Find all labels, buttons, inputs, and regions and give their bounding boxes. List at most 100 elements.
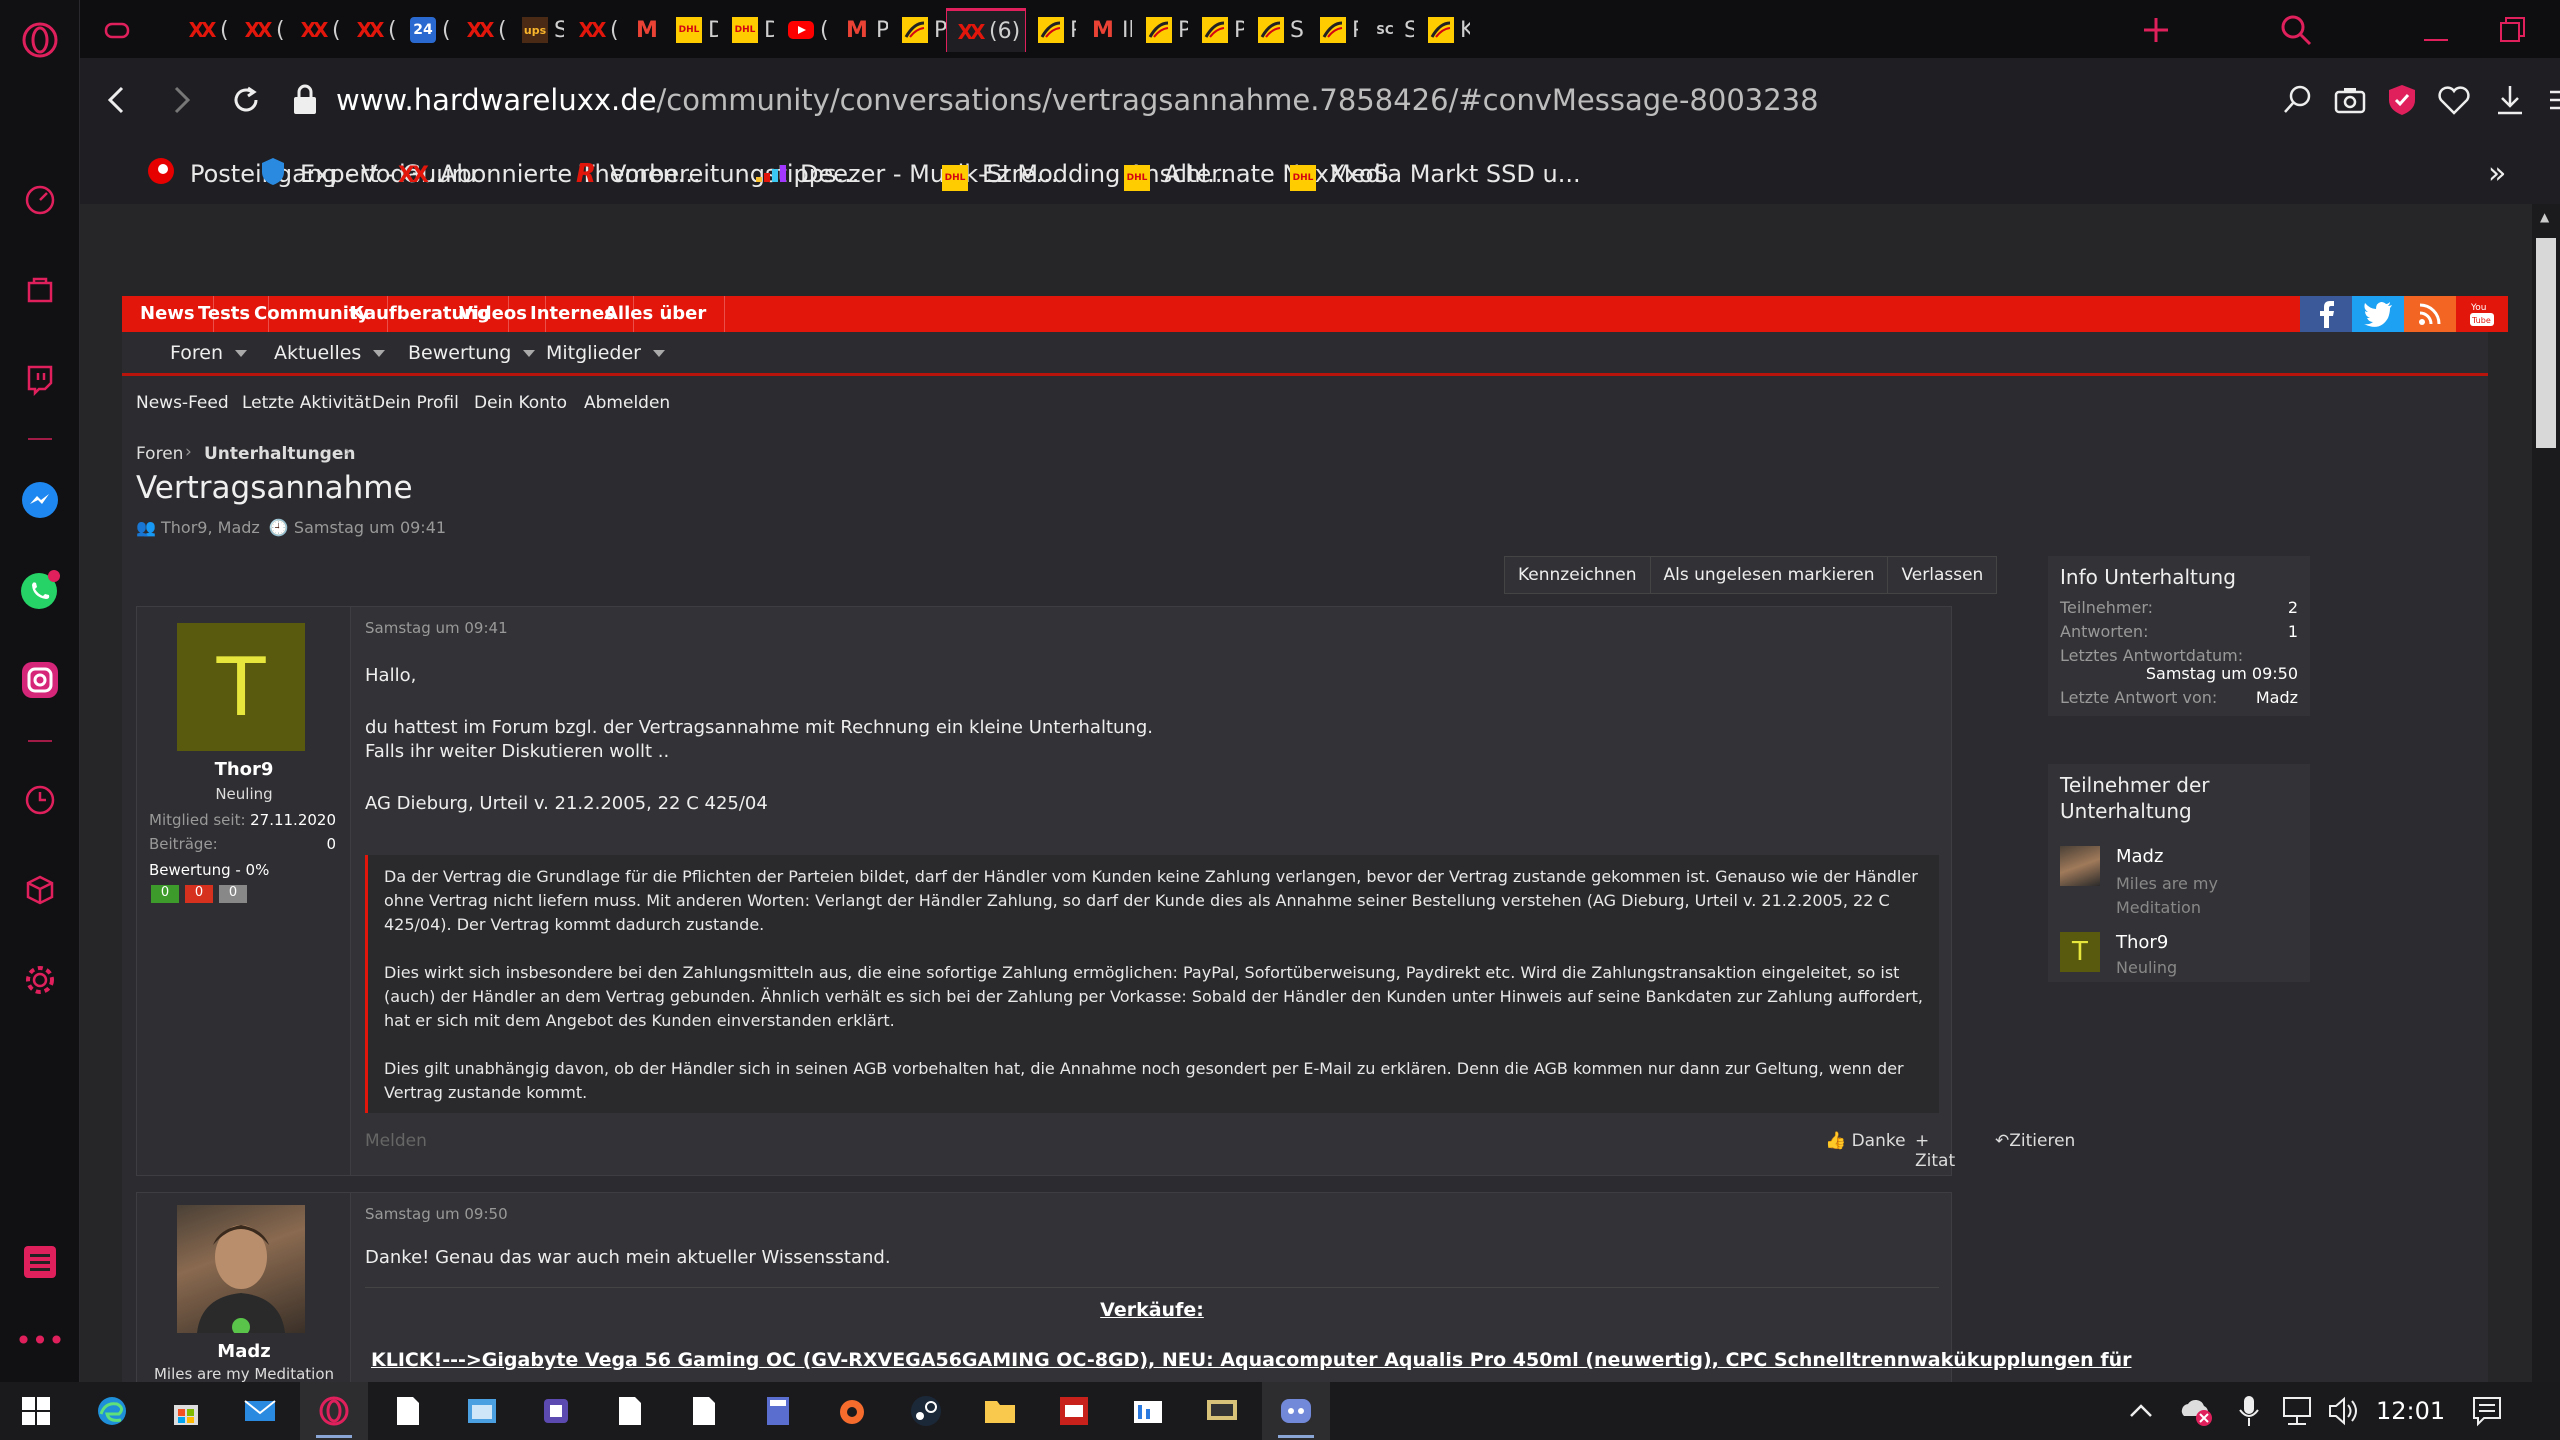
url-field[interactable]: www.hardwareluxx.de/community/conversati… [336,76,1819,124]
reload-icon[interactable] [228,82,264,122]
microphone-icon[interactable] [2236,1394,2262,1432]
browser-tab[interactable]: Pı [1132,8,1188,52]
account-nav-item[interactable]: Dein Konto [474,393,567,413]
breadcrumb-foren[interactable]: Foren [136,444,183,464]
browser-tab[interactable]: Pı [1306,8,1358,52]
youtube-icon[interactable]: You Tube [2456,296,2508,332]
cloud-warning-icon[interactable] [2178,1394,2214,1432]
back-arrow-icon[interactable] [100,82,136,122]
minimize-icon[interactable] [2416,10,2456,54]
file-explorer-icon[interactable] [966,1382,1034,1440]
account-nav-item[interactable]: Dein Profil [372,393,459,413]
browser-tab[interactable]: XX(E [452,8,508,52]
volume-icon[interactable] [2326,1394,2360,1432]
steam-icon[interactable] [892,1382,960,1440]
tab-active[interactable]: XX (6) [946,8,1026,52]
plus-quote-button[interactable]: + Zitat [1915,1131,1955,1171]
browser-tab[interactable]: 24(E [396,8,452,52]
browser-tab[interactable]: DHL D [718,8,774,52]
browser-tab[interactable]: K [1414,8,1470,52]
browser-tab[interactable]: DHL D [662,8,718,52]
browser-tab[interactable]: M Pı [830,8,888,52]
history-icon[interactable] [16,776,64,824]
leave-button[interactable]: Verlassen [1888,557,1996,593]
mail-icon[interactable] [226,1382,294,1440]
adblock-shield-icon[interactable] [2384,82,2420,122]
lock-icon[interactable] [290,82,320,122]
extensions-cube-icon[interactable] [16,866,64,914]
notepad-icon[interactable] [374,1382,442,1440]
twitter-icon[interactable] [2352,296,2404,332]
avatar[interactable]: T [177,623,305,751]
opera-taskbar-icon[interactable] [300,1382,368,1440]
signature-link[interactable]: KLICK!--->Gigabyte Vega 56 Gaming OC (GV… [371,1349,2131,1371]
speed-dial-icon[interactable] [16,176,64,224]
username[interactable]: Madz [137,1341,351,1362]
hwinfo-icon[interactable] [1114,1382,1182,1440]
post-date[interactable]: Samstag um 09:41 [365,619,508,637]
document-icon[interactable] [596,1382,664,1440]
store-icon[interactable] [152,1382,220,1440]
report-link[interactable]: Melden [365,1131,427,1151]
page-scrollbar[interactable]: ▲ [2532,204,2560,1382]
edge-icon[interactable] [78,1382,146,1440]
browser-tab[interactable]: XX(E [174,8,230,52]
avatar[interactable] [2060,846,2100,886]
browser-tab[interactable]: S [1244,8,1306,52]
browser-tab[interactable]: XX(E [230,8,286,52]
tab-search-icon[interactable] [2276,10,2316,54]
favorite-heart-icon[interactable] [2436,82,2472,122]
thanks-button[interactable]: 👍 Danke [1825,1131,1906,1151]
browser-tab[interactable]: XX(E [286,8,342,52]
sub-nav-item[interactable]: Bewertung [408,342,536,364]
download-icon[interactable] [2492,82,2528,122]
browser-tab[interactable]: upsSı [508,8,564,52]
calculator-icon[interactable] [744,1382,812,1440]
rss-icon[interactable] [2404,296,2456,332]
whatsapp-icon[interactable] [16,566,64,614]
snapshot-camera-icon[interactable] [2332,82,2368,122]
browser-tab[interactable]: SC S [1358,8,1414,52]
avatar[interactable] [177,1205,305,1333]
network-icon[interactable] [2280,1394,2314,1432]
cpuz-icon[interactable] [1040,1382,1108,1440]
breadcrumb-unterhaltungen[interactable]: Unterhaltungen [204,444,355,464]
bookmarks-overflow-icon[interactable]: » [2488,156,2506,191]
username[interactable]: Thor9 [137,759,351,780]
monitor-tool-icon[interactable] [1188,1382,1256,1440]
quote-reply-button[interactable]: ↶Zitieren [1995,1131,2075,1151]
participant-name[interactable]: Madz [2116,846,2163,867]
twitch-icon[interactable] [16,356,64,404]
browser-tab[interactable]: M Ih [1076,8,1132,52]
easy-setup-menu-icon[interactable] [2544,82,2560,122]
sub-nav-item[interactable]: Aktuelles [274,342,386,364]
forward-arrow-icon[interactable] [164,82,200,122]
account-nav-item[interactable]: Abmelden [584,393,670,413]
scroll-up-icon[interactable]: ▲ [2540,210,2549,224]
browser-tab[interactable]: MD [620,8,662,52]
browser-tab[interactable]: Pı [888,8,946,52]
windows-start-icon[interactable] [2,1382,70,1440]
scrollbar-thumb[interactable] [2536,238,2556,448]
new-tab-plus-icon[interactable] [2136,10,2176,50]
account-nav-item[interactable]: Letzte Aktivität [242,393,371,413]
taskbar-clock[interactable]: 12:01 [2376,1397,2445,1425]
document-icon[interactable] [670,1382,738,1440]
main-nav-item[interactable]: Alles über [586,296,726,332]
browser-tab[interactable]: Pı [1024,8,1076,52]
instagram-icon[interactable] [16,656,64,704]
action-center-icon[interactable] [2470,1394,2504,1432]
bookmark-item[interactable]: DHL Media Markt SSD u... [1290,154,1581,194]
post-date[interactable]: Samstag um 09:50 [365,1205,508,1223]
mark-unread-button[interactable]: Als ungelesen markieren [1651,557,1889,593]
search-page-icon[interactable] [2280,82,2316,122]
shopping-icon[interactable] [16,266,64,314]
origin-icon[interactable] [818,1382,886,1440]
sub-nav-item[interactable]: Foren [170,342,248,364]
participant-name[interactable]: Thor9 [2116,932,2168,953]
avatar[interactable]: T [2060,932,2100,972]
facebook-icon[interactable] [2300,296,2352,332]
kennzeichnen-button[interactable]: Kennzeichnen [1505,557,1651,593]
restore-icon[interactable] [2492,10,2532,54]
tray-chevron-up-icon[interactable] [2126,1396,2156,1430]
